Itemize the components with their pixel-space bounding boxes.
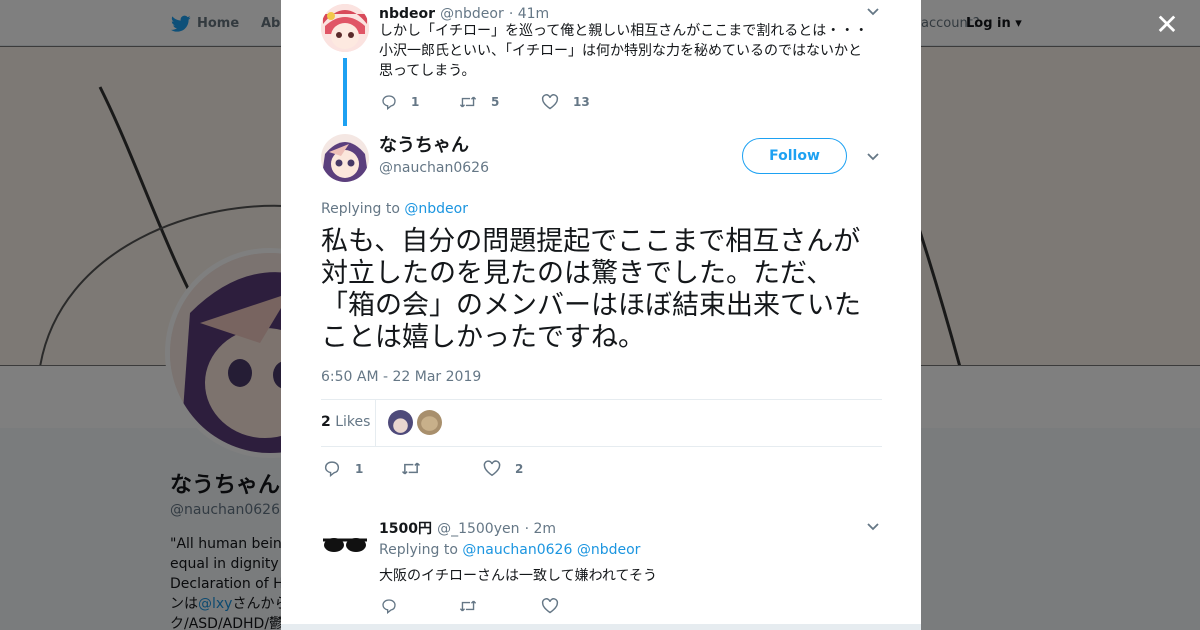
parent-reply-count: 1 [411, 95, 420, 109]
liker-avatar[interactable] [388, 410, 413, 435]
heart-icon [541, 598, 559, 614]
replying-label: Replying to [379, 542, 458, 558]
likes-count: 2 [321, 414, 331, 430]
retweet-icon [401, 462, 421, 475]
chevron-down-icon[interactable] [865, 4, 881, 20]
reply-retweet-button[interactable] [459, 598, 491, 614]
reply-tweet-time[interactable]: · 2m [525, 521, 556, 537]
parent-retweet-button[interactable]: 5 [459, 94, 499, 110]
main-tweet-text-line: 私も、自分の問題提起でここまで相互さんが [321, 226, 861, 257]
replying-label: Replying to [321, 201, 400, 217]
divider [321, 399, 882, 400]
follow-button[interactable]: Follow [742, 138, 847, 174]
parent-tweet-text-line: 思ってしまう。 [379, 63, 476, 79]
parent-retweet-count: 5 [491, 95, 500, 109]
main-tweet-text: 私も、自分の問題提起でここまで相互さんが 対立したのを見たのは驚きでした。ただ、… [321, 226, 886, 354]
sunglasses-icon [321, 520, 369, 568]
parent-tweet-text-line: 小沢一郎氏といい、「イチロー」は何か特別な力を秘めているのではないかと [379, 43, 862, 59]
parent-tweet-avatar[interactable] [321, 4, 369, 52]
modal-bottom-edge [281, 624, 921, 630]
main-tweet-handle[interactable]: @nauchan0626 [379, 160, 489, 176]
parent-tweet-text: しかし「イチロー」を巡って俺と親しい相互さんがここまで割れるとは・・・ 小沢一郎… [379, 21, 899, 81]
main-reply-count: 1 [355, 461, 364, 476]
reply-tweet-header: 1500円 @_1500yen · 2m [379, 518, 556, 538]
liker-avatar-art [417, 410, 442, 435]
reply-icon [324, 461, 340, 477]
heart-icon [483, 460, 501, 477]
main-tweet-avatar[interactable] [321, 134, 369, 182]
main-like-count: 2 [515, 461, 524, 476]
parent-reply-button[interactable]: 1 [381, 94, 419, 110]
retweet-icon [459, 96, 477, 108]
chevron-down-icon[interactable] [865, 149, 881, 165]
liker-avatar-art [388, 410, 413, 435]
retweet-icon [459, 600, 477, 612]
replying-to-link[interactable]: @nbdeor [404, 201, 468, 217]
parent-like-button[interactable]: 13 [541, 94, 590, 110]
liker-avatar[interactable] [417, 410, 442, 435]
main-tweet-name[interactable]: なうちゃん [379, 135, 469, 157]
tweet-modal: nbdeor @nbdeor · 41m しかし「イチロー」を巡って俺と親しい相… [281, 0, 921, 630]
avatar-art [321, 4, 369, 52]
main-tweet-text-line: 対立したのを見たのは驚きでした。ただ、 [321, 258, 834, 289]
main-retweet-button[interactable] [401, 460, 435, 477]
parent-tweet-handle[interactable]: @nbdeor [440, 6, 504, 22]
reply-tweet-replying: Replying to @nauchan0626 @nbdeor [379, 542, 640, 558]
reply-icon [382, 599, 396, 614]
reply-tweet-handle[interactable]: @_1500yen [437, 521, 519, 537]
parent-tweet-time[interactable]: · 41m [509, 6, 549, 22]
reply-tweet-name[interactable]: 1500円 [379, 521, 432, 537]
replying-to-link[interactable]: @nbdeor [577, 542, 641, 558]
chevron-down-icon[interactable] [865, 519, 881, 535]
close-icon[interactable]: ✕ [1155, 11, 1179, 39]
main-reply-button[interactable]: 1 [323, 460, 363, 477]
spacer [281, 496, 921, 504]
reply-tweet[interactable]: 1500円 @_1500yen · 2m Replying to @naucha… [281, 506, 921, 630]
reply-icon [382, 95, 396, 110]
parent-tweet-text-line: しかし「イチロー」を巡って俺と親しい相互さんがここまで割れるとは・・・ [379, 23, 869, 39]
main-tweet-text-line: 「箱の会」のメンバーはほぼ結束出来ていた [321, 290, 861, 321]
stat-divider [375, 400, 376, 446]
likes-stat[interactable]: 2 Likes [321, 414, 370, 430]
parent-tweet-header: nbdeor @nbdeor · 41m [379, 3, 549, 22]
main-tweet-text-line: ことは嬉しかったですね。 [321, 322, 645, 353]
thread-connector-line [343, 58, 347, 126]
heart-icon [541, 94, 559, 110]
parent-like-count: 13 [573, 95, 590, 109]
divider [321, 446, 882, 447]
reply-tweet-text: 大阪のイチローさんは一致して嫌われてそう [379, 568, 658, 584]
main-tweet-replying: Replying to @nbdeor [321, 201, 468, 217]
reply-like-button[interactable] [541, 598, 573, 614]
avatar-art [321, 134, 369, 182]
parent-tweet[interactable]: nbdeor @nbdeor · 41m しかし「イチロー」を巡って俺と親しい相… [281, 0, 921, 130]
main-like-button[interactable]: 2 [483, 460, 523, 477]
reply-tweet-avatar[interactable] [321, 520, 369, 568]
likes-label: Likes [335, 414, 371, 430]
main-tweet-timestamp[interactable]: 6:50 AM - 22 Mar 2019 [321, 369, 481, 385]
reply-reply-button[interactable] [381, 598, 411, 614]
parent-tweet-name[interactable]: nbdeor [379, 6, 435, 22]
replying-to-link[interactable]: @nauchan0626 [462, 542, 572, 558]
